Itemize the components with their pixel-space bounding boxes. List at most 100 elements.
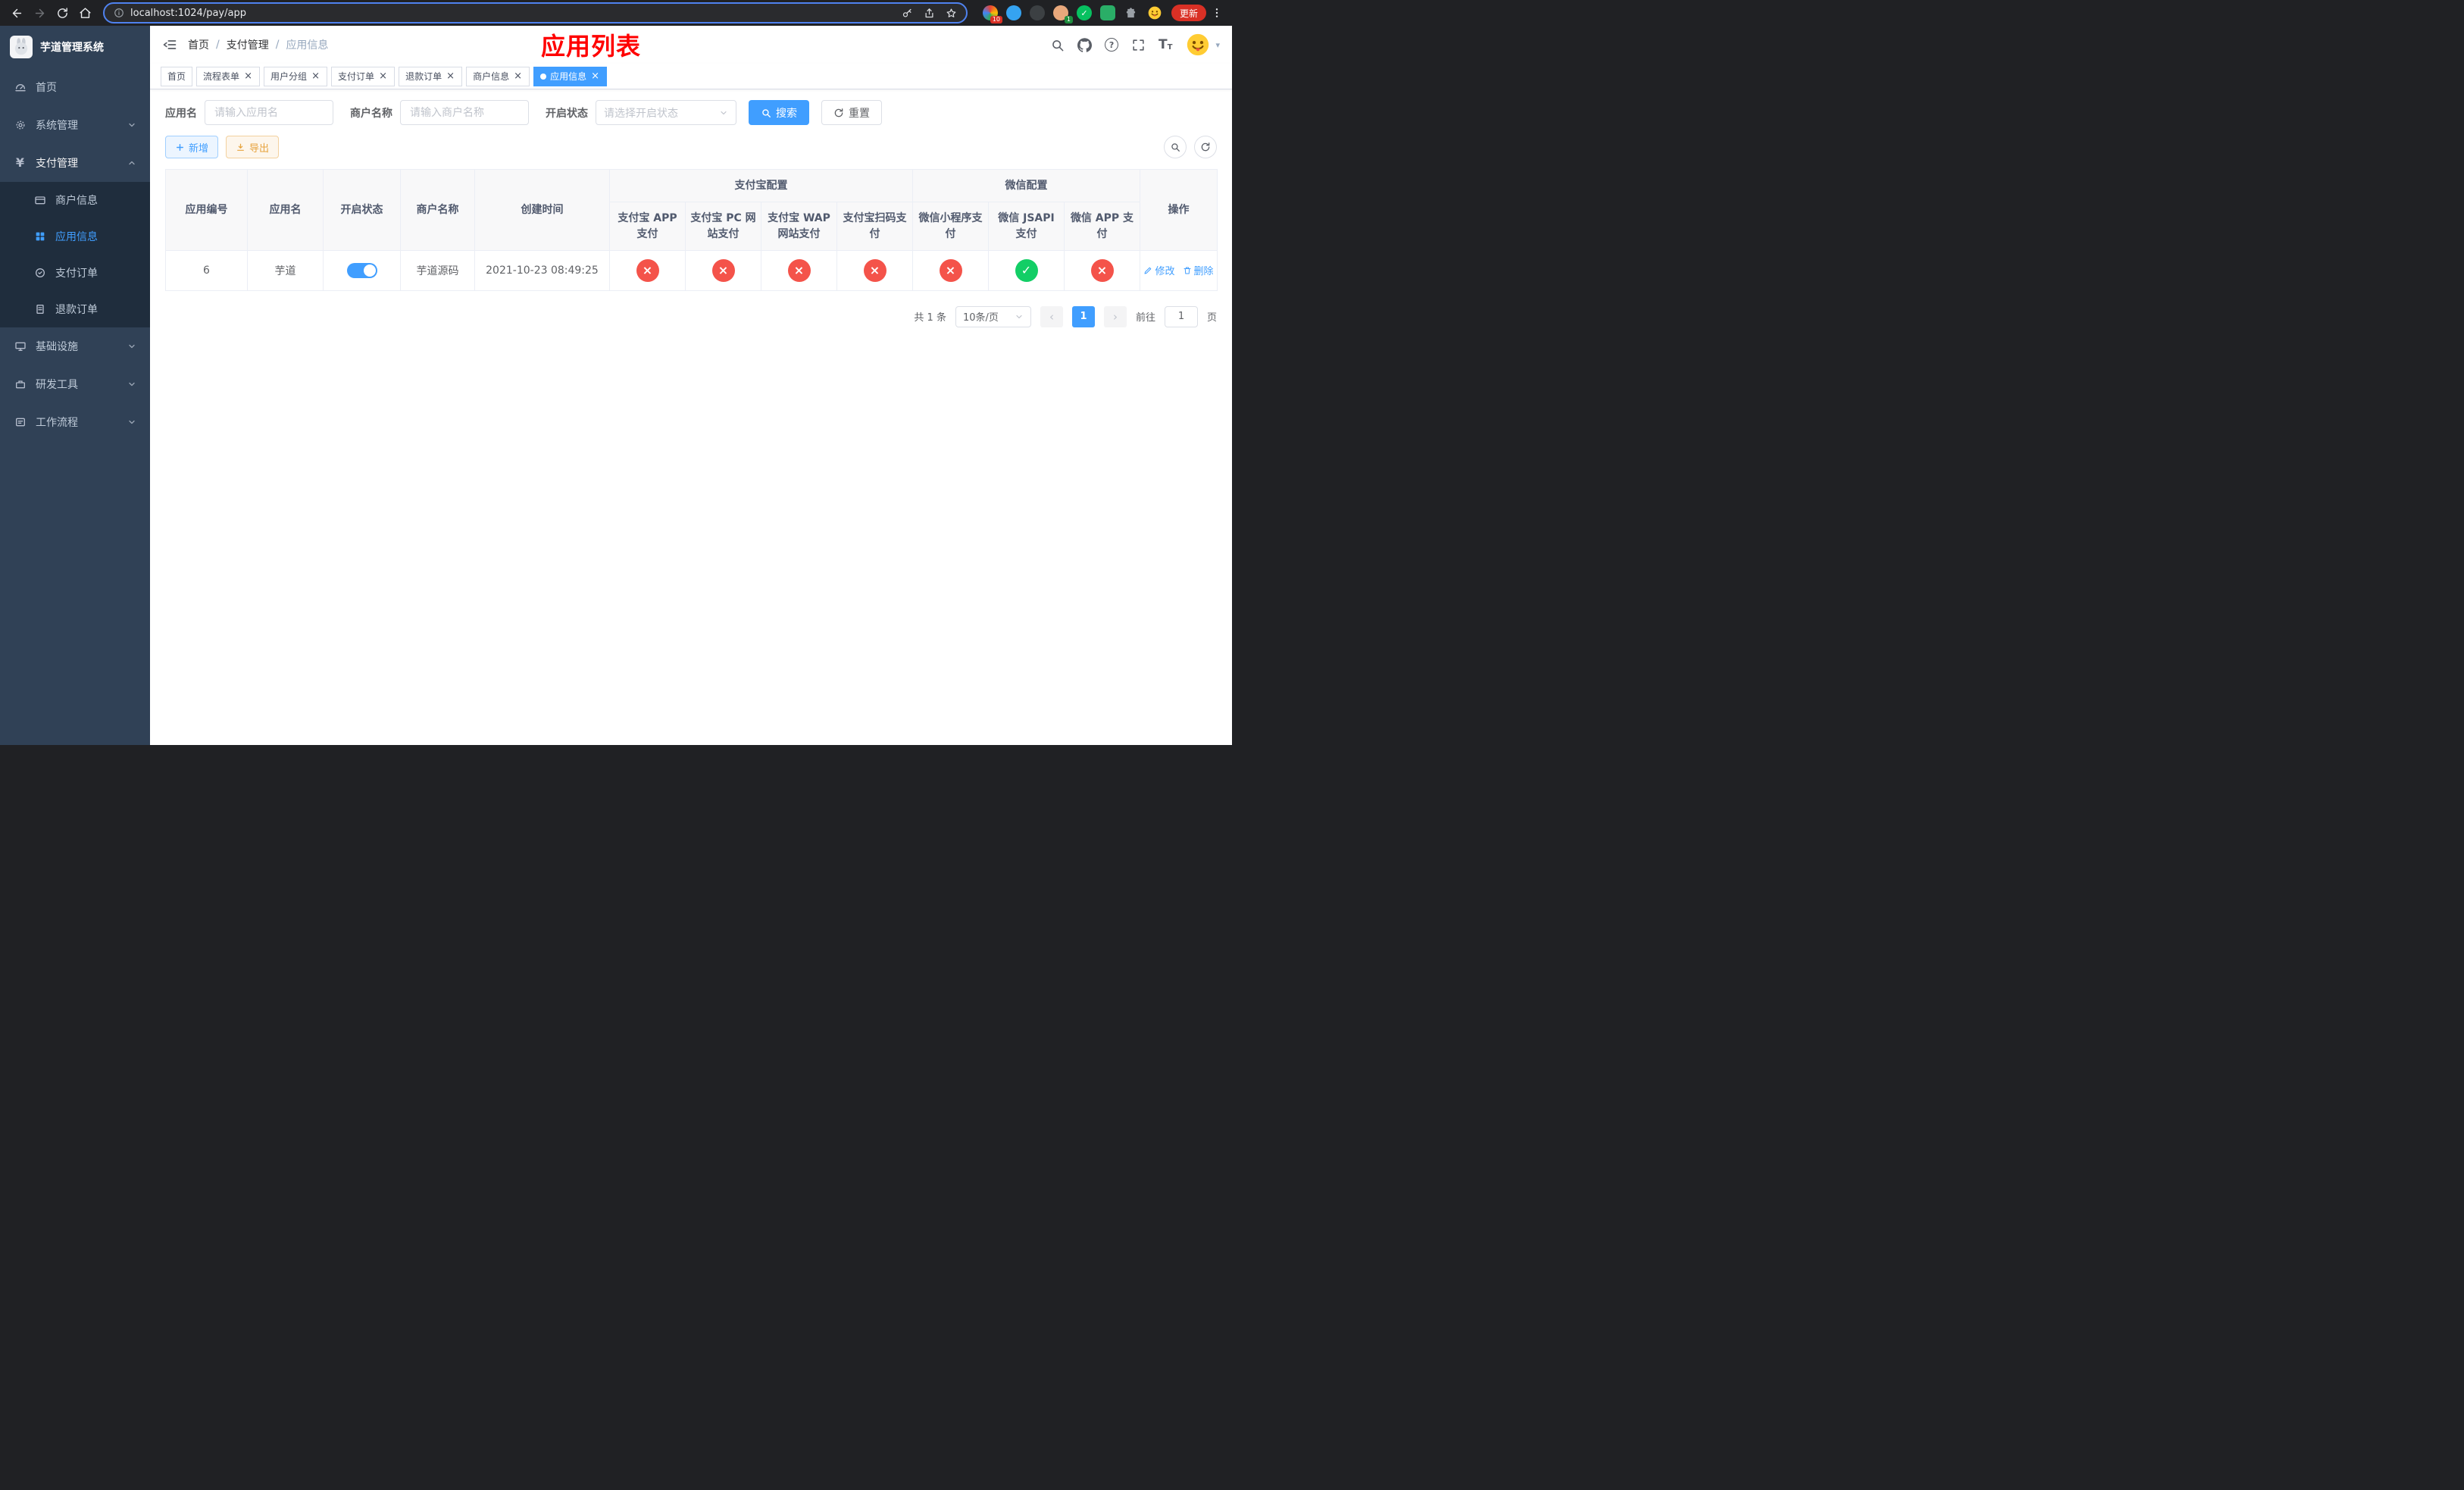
fullscreen-icon[interactable] [1131,38,1146,52]
edit-button[interactable]: 修改 [1143,263,1175,277]
sidebar-item-payment[interactable]: ¥ 支付管理 [0,144,150,182]
emoji-extension-icon[interactable] [1147,5,1162,20]
password-key-icon[interactable] [902,8,913,19]
tab-label: 退款订单 [405,71,442,82]
bookmark-star-icon[interactable] [946,8,957,19]
address-bar[interactable]: localhost:1024/pay/app [103,2,968,23]
back-button[interactable] [6,2,27,23]
active-tab-dot [540,73,547,80]
chevron-down-icon [127,418,136,427]
close-icon[interactable]: × [513,71,523,81]
tab-user-group[interactable]: 用户分组 × [264,66,328,86]
url-text: localhost:1024/pay/app [130,7,246,19]
help-icon[interactable]: ? [1105,38,1119,52]
app-title: 芋道管理系统 [40,42,104,54]
search-icon[interactable] [1050,38,1065,52]
sidebar-item-label: 基础设施 [36,341,78,353]
col-group-wechat: 微信配置 [912,168,1140,203]
update-button[interactable]: 更新 [1171,5,1206,21]
sidebar-item-label: 退款订单 [55,304,98,316]
merchant-name-input[interactable] [400,100,529,125]
page-1-button[interactable]: 1 [1071,305,1095,327]
col-header-wechat-app: 微信 APP 支付 [1064,202,1140,251]
yen-icon: ¥ [15,155,25,170]
tabs-bar: 首页 流程表单 × 用户分组 × 支付订单 × 退款订单 × 商户信息 × 应用信息 × [150,64,1232,89]
goto-page-input[interactable] [1164,305,1198,327]
extension-icon[interactable] [1029,5,1045,20]
tab-home[interactable]: 首页 [161,66,193,86]
font-size-icon[interactable]: TT [1159,38,1172,52]
extension-icon[interactable] [1005,5,1021,20]
sidebar-item-label: 支付管理 [36,158,78,170]
order-circle-icon [33,267,46,280]
extension-check-icon[interactable]: ✓ [1076,5,1092,20]
close-icon[interactable]: × [590,71,600,81]
sidebar-subitem-merchant-info[interactable]: 商户信息 [0,182,150,218]
menu-fold-button[interactable] [162,37,177,52]
tab-app-info[interactable]: 应用信息 × [533,66,608,86]
document-icon [33,303,46,316]
status-select[interactable]: 请选择开启状态 [596,100,736,125]
tab-label: 支付订单 [338,71,375,82]
sidebar-subitem-pay-order[interactable]: 支付订单 [0,255,150,291]
sidebar-item-home[interactable]: 首页 [0,68,150,106]
reload-button[interactable] [52,2,73,23]
sidebar-subitem-app-info[interactable]: 应用信息 [0,218,150,255]
sidebar-item-dev-tools[interactable]: 研发工具 [0,365,150,403]
extension-book-icon[interactable] [1099,5,1115,20]
extension-apps-icon[interactable]: 10 [982,5,1002,23]
browser-menu-button[interactable] [1208,7,1226,19]
tab-label: 流程表单 [203,71,240,82]
alipay-app-status-icon: × [636,258,659,282]
sidebar-item-workflow[interactable]: 工作流程 [0,403,150,441]
page-size-select[interactable]: 10条/页 [955,305,1031,327]
extensions-puzzle-icon[interactable] [1124,5,1139,20]
chevron-down-icon [1015,312,1024,321]
prev-page-button[interactable]: ‹ [1040,305,1063,327]
home-button[interactable] [74,2,95,23]
export-button[interactable]: 导出 [226,136,280,158]
breadcrumb-separator: / [275,39,280,51]
refresh-button[interactable] [1194,136,1217,158]
table-row: 6 芋道 芋道源码 2021-10-23 08:49:25 × × × × × … [165,249,1218,291]
total-count: 共 1 条 [914,312,946,324]
tab-pay-order[interactable]: 支付订单 × [331,66,396,86]
share-icon[interactable] [924,8,935,19]
close-icon[interactable]: × [378,71,388,81]
reset-button[interactable]: 重置 [821,100,882,125]
search-button[interactable]: 搜索 [749,100,809,125]
cell-app-no: 6 [165,249,248,291]
sidebar-item-label: 工作流程 [36,417,78,429]
close-icon[interactable]: × [446,71,455,81]
col-header-alipay-wap: 支付宝 WAP 网站支付 [761,202,837,251]
breadcrumb-payment[interactable]: 支付管理 [227,37,269,52]
tab-process-form[interactable]: 流程表单 × [196,66,261,86]
profile-avatar-icon[interactable]: 1 [1052,5,1073,23]
top-navbar: 首页 / 支付管理 / 应用信息 应用列表 ? TT ▾ [150,26,1232,64]
github-icon[interactable] [1077,37,1093,52]
tab-merchant-info[interactable]: 商户信息 × [466,66,530,86]
delete-button[interactable]: 删除 [1183,263,1214,277]
user-avatar[interactable]: ▾ [1185,32,1220,58]
sidebar-item-infrastructure[interactable]: 基础设施 [0,327,150,365]
add-button[interactable]: 新增 [165,136,219,158]
site-info-icon[interactable] [114,8,124,18]
browser-chrome: localhost:1024/pay/app 10 1 ✓ 更新 [0,0,1232,26]
extension-badge: 10 [990,16,1002,23]
enable-toggle[interactable] [346,262,377,278]
chevron-down-icon [719,108,728,117]
next-page-button[interactable]: › [1103,305,1127,327]
tab-refund-order[interactable]: 退款订单 × [399,66,463,86]
toggle-search-button[interactable] [1164,136,1187,158]
breadcrumb-home[interactable]: 首页 [188,37,209,52]
forward-button[interactable] [29,2,50,23]
select-placeholder: 请选择开启状态 [604,107,678,120]
sidebar-item-system[interactable]: 系统管理 [0,106,150,144]
close-icon[interactable]: × [243,71,253,81]
sidebar-subitem-refund-order[interactable]: 退款订单 [0,291,150,327]
tab-label: 首页 [167,71,186,82]
app-name-input[interactable] [205,100,333,125]
wechat-jsapi-status-icon: ✓ [1015,258,1038,282]
close-icon[interactable]: × [311,71,321,81]
col-header-app-no: 应用编号 [165,169,248,251]
